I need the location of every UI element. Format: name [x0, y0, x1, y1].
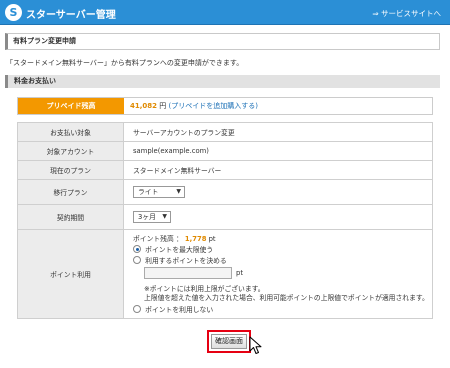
points-note-2: 上限値を超えた値を入力された場合、利用可能ポイントの上限値でポイントが適用されま… — [144, 294, 429, 302]
top-bar: S スターサーバー管理 ⇒ サービスサイトへ — [0, 0, 450, 25]
prepaid-balance-row: プリペイド残高 41,082 円 (プリペイドを追加購入する) — [17, 97, 433, 115]
mouse-cursor-icon — [249, 336, 262, 354]
confirm-button-highlight: 確認画面 — [207, 330, 251, 353]
no-points-label: ポイントを利用しない — [145, 306, 214, 314]
prepaid-balance-value: 41,082 円 (プリペイドを追加購入する) — [130, 98, 258, 114]
page-title: 有料プラン変更申請 — [5, 33, 440, 50]
confirm-button[interactable]: 確認画面 — [211, 334, 247, 349]
specify-label: 利用するポイントを決める — [145, 257, 227, 265]
current-plan-label: 現在のプラン — [17, 160, 124, 180]
points-label: ポイント利用 — [17, 229, 124, 319]
points-balance-unit: pt — [208, 235, 216, 243]
points-balance-value: 1,778 — [184, 235, 207, 243]
payment-target-label: お支払い対象 — [17, 122, 124, 142]
radio-use-max[interactable]: ポイントを最大限使う — [133, 244, 213, 254]
points-options: ポイント残高 ： 1,778 pt ポイントを最大限使う 利用するポイントを決め… — [133, 231, 432, 317]
points-amount-input[interactable] — [144, 267, 232, 279]
payment-section-header: 料金お支払い — [5, 75, 440, 88]
star-server-logo-icon: S — [5, 4, 22, 21]
radio-unchecked-icon[interactable] — [133, 256, 141, 264]
radio-unchecked-icon[interactable] — [133, 305, 141, 313]
migration-plan-select[interactable]: ライト ▼ — [133, 186, 185, 198]
current-plan-value: スタードメイン無料サーバー — [123, 160, 433, 180]
points-balance: ポイント残高 ： 1,778 pt — [133, 233, 216, 243]
plan-change-table: お支払い対象 サーバーアカウントのプラン変更 対象アカウント sample(ex… — [17, 122, 433, 319]
migration-plan-selected: ライト — [138, 188, 159, 196]
account-label: 対象アカウント — [17, 141, 124, 161]
prepaid-amount: 41,082 — [130, 102, 158, 110]
contract-period-label: 契約期間 — [17, 204, 124, 230]
radio-checked-icon[interactable] — [133, 245, 141, 253]
migration-plan-label: 移行プラン — [17, 179, 124, 205]
contract-period-select[interactable]: 3ヶ月 ▼ — [133, 211, 171, 223]
service-site-link[interactable]: ⇒ サービスサイトへ — [372, 8, 441, 19]
payment-target-value: サーバーアカウントのプラン変更 — [123, 122, 433, 142]
page-description: 「スタードメイン無料サーバー」から有料プランへの変更申請ができます。 — [6, 59, 244, 67]
radio-specify[interactable]: 利用するポイントを決める — [133, 255, 227, 265]
app-title: スターサーバー管理 — [26, 10, 116, 21]
contract-period-selected: 3ヶ月 — [138, 213, 156, 221]
radio-none[interactable]: ポイントを利用しない — [133, 304, 213, 314]
points-input-unit: pt — [236, 269, 243, 277]
prepaid-balance-label: プリペイド残高 — [18, 98, 124, 114]
account-value: sample(example.com) — [123, 141, 433, 161]
points-balance-label: ポイント残高 ： — [133, 235, 183, 243]
dropdown-arrow-icon: ▼ — [162, 213, 167, 220]
dropdown-arrow-icon: ▼ — [176, 188, 181, 195]
prepaid-unit: 円 — [159, 102, 167, 110]
use-max-label: ポイントを最大限使う — [145, 246, 214, 254]
prepaid-purchase-link[interactable]: (プリペイドを追加購入する) — [168, 102, 257, 110]
